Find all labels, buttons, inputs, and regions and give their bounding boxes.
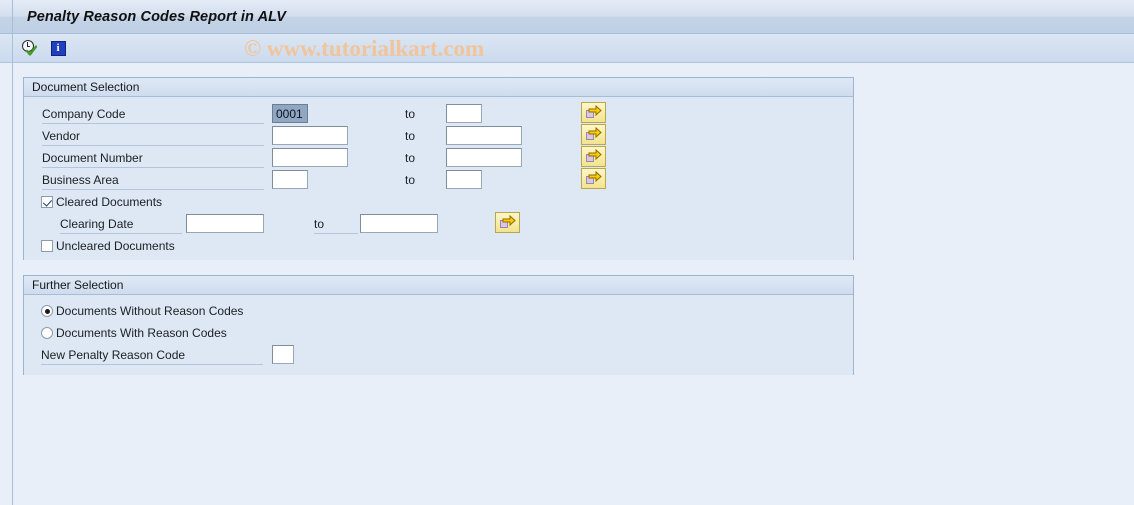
further-selection-panel-title: Further Selection bbox=[24, 276, 853, 295]
multiple-selection-arrow-icon bbox=[499, 215, 516, 230]
application-toolbar: i bbox=[0, 34, 1134, 63]
clearing-date-to-label: to bbox=[314, 217, 325, 231]
document-number-multi-select-button[interactable] bbox=[581, 146, 606, 167]
document-number-label: Document Number bbox=[42, 151, 143, 165]
label-separator bbox=[42, 123, 264, 124]
clearing-date-multi-select-button[interactable] bbox=[495, 212, 520, 233]
field-row-company-code: Company Code to bbox=[24, 102, 853, 125]
field-row-document-number: Document Number to bbox=[24, 146, 853, 169]
new-penalty-reason-code-label: New Penalty Reason Code bbox=[41, 348, 186, 362]
document-selection-panel-body: Company Code to bbox=[24, 97, 853, 260]
document-number-to-label: to bbox=[405, 151, 416, 165]
information-button[interactable]: i bbox=[48, 38, 68, 58]
business-area-from-input[interactable] bbox=[272, 170, 308, 189]
radio-documents-with-reason-codes[interactable]: Documents With Reason Codes bbox=[41, 322, 227, 344]
multiple-selection-arrow-icon bbox=[585, 127, 602, 142]
document-selection-panel: Document Selection Company Code to bbox=[23, 77, 854, 260]
uncleared-documents-label: Uncleared Documents bbox=[56, 239, 175, 253]
clearing-date-to-input[interactable] bbox=[360, 214, 438, 233]
selection-screen-content: Document Selection Company Code to bbox=[12, 63, 1134, 505]
radio-unselected-icon bbox=[41, 327, 53, 339]
vendor-from-input[interactable] bbox=[272, 126, 348, 145]
information-icon: i bbox=[50, 40, 66, 56]
application-toolbar-inner: i bbox=[12, 34, 1134, 62]
checkbox-checked-icon bbox=[41, 196, 53, 208]
radio-documents-without-reason-codes-label: Documents Without Reason Codes bbox=[56, 304, 244, 318]
business-area-to-input[interactable] bbox=[446, 170, 482, 189]
radio-documents-without-reason-codes[interactable]: Documents Without Reason Codes bbox=[41, 300, 243, 322]
company-code-multi-select-button[interactable] bbox=[581, 102, 606, 123]
document-number-to-input[interactable] bbox=[446, 148, 522, 167]
vendor-label: Vendor bbox=[42, 129, 81, 143]
window-title-bar: Penalty Reason Codes Report in ALV bbox=[0, 0, 1134, 34]
uncleared-documents-checkbox[interactable]: Uncleared Documents bbox=[41, 235, 175, 257]
document-number-from-input[interactable] bbox=[272, 148, 348, 167]
further-selection-panel-body: Documents Without Reason Codes Documents… bbox=[24, 295, 853, 375]
radio-selected-icon bbox=[41, 305, 53, 317]
field-row-business-area: Business Area to bbox=[24, 168, 853, 191]
label-separator bbox=[42, 189, 264, 190]
field-row-vendor: Vendor to bbox=[24, 124, 853, 147]
field-row-clearing-date: Clearing Date to bbox=[24, 212, 853, 235]
clearing-date-from-input[interactable] bbox=[186, 214, 264, 233]
company-code-to-label: to bbox=[405, 107, 416, 121]
multiple-selection-arrow-icon bbox=[585, 149, 602, 164]
cleared-documents-checkbox[interactable]: Cleared Documents bbox=[41, 191, 162, 213]
label-separator bbox=[42, 145, 264, 146]
vendor-to-label: to bbox=[405, 129, 416, 143]
business-area-to-label: to bbox=[405, 173, 416, 187]
further-selection-panel: Further Selection Documents Without Reas… bbox=[23, 275, 854, 375]
new-penalty-reason-code-input[interactable] bbox=[272, 345, 294, 364]
company-code-from-input[interactable] bbox=[272, 104, 308, 123]
label-separator bbox=[314, 233, 358, 234]
label-separator bbox=[41, 364, 263, 365]
title-bar-inner: Penalty Reason Codes Report in ALV bbox=[12, 0, 1134, 33]
vendor-to-input[interactable] bbox=[446, 126, 522, 145]
radio-documents-with-reason-codes-label: Documents With Reason Codes bbox=[56, 326, 227, 340]
business-area-multi-select-button[interactable] bbox=[581, 168, 606, 189]
document-selection-panel-title: Document Selection bbox=[24, 78, 853, 97]
clearing-date-label: Clearing Date bbox=[60, 217, 134, 231]
sap-report-selection-screen: Penalty Reason Codes Report in ALV i © w… bbox=[0, 0, 1134, 505]
clock-check-execute-icon bbox=[21, 39, 38, 57]
company-code-to-input[interactable] bbox=[446, 104, 482, 123]
checkbox-unchecked-icon bbox=[41, 240, 53, 252]
execute-button[interactable] bbox=[19, 38, 39, 58]
company-code-label: Company Code bbox=[42, 107, 126, 121]
page-title: Penalty Reason Codes Report in ALV bbox=[27, 8, 287, 25]
label-separator bbox=[60, 233, 182, 234]
multiple-selection-arrow-icon bbox=[585, 171, 602, 186]
multiple-selection-arrow-icon bbox=[585, 105, 602, 120]
field-row-new-penalty-reason-code: New Penalty Reason Code bbox=[24, 344, 853, 366]
vendor-multi-select-button[interactable] bbox=[581, 124, 606, 145]
cleared-documents-label: Cleared Documents bbox=[56, 195, 163, 209]
business-area-label: Business Area bbox=[42, 173, 119, 187]
label-separator bbox=[42, 167, 264, 168]
